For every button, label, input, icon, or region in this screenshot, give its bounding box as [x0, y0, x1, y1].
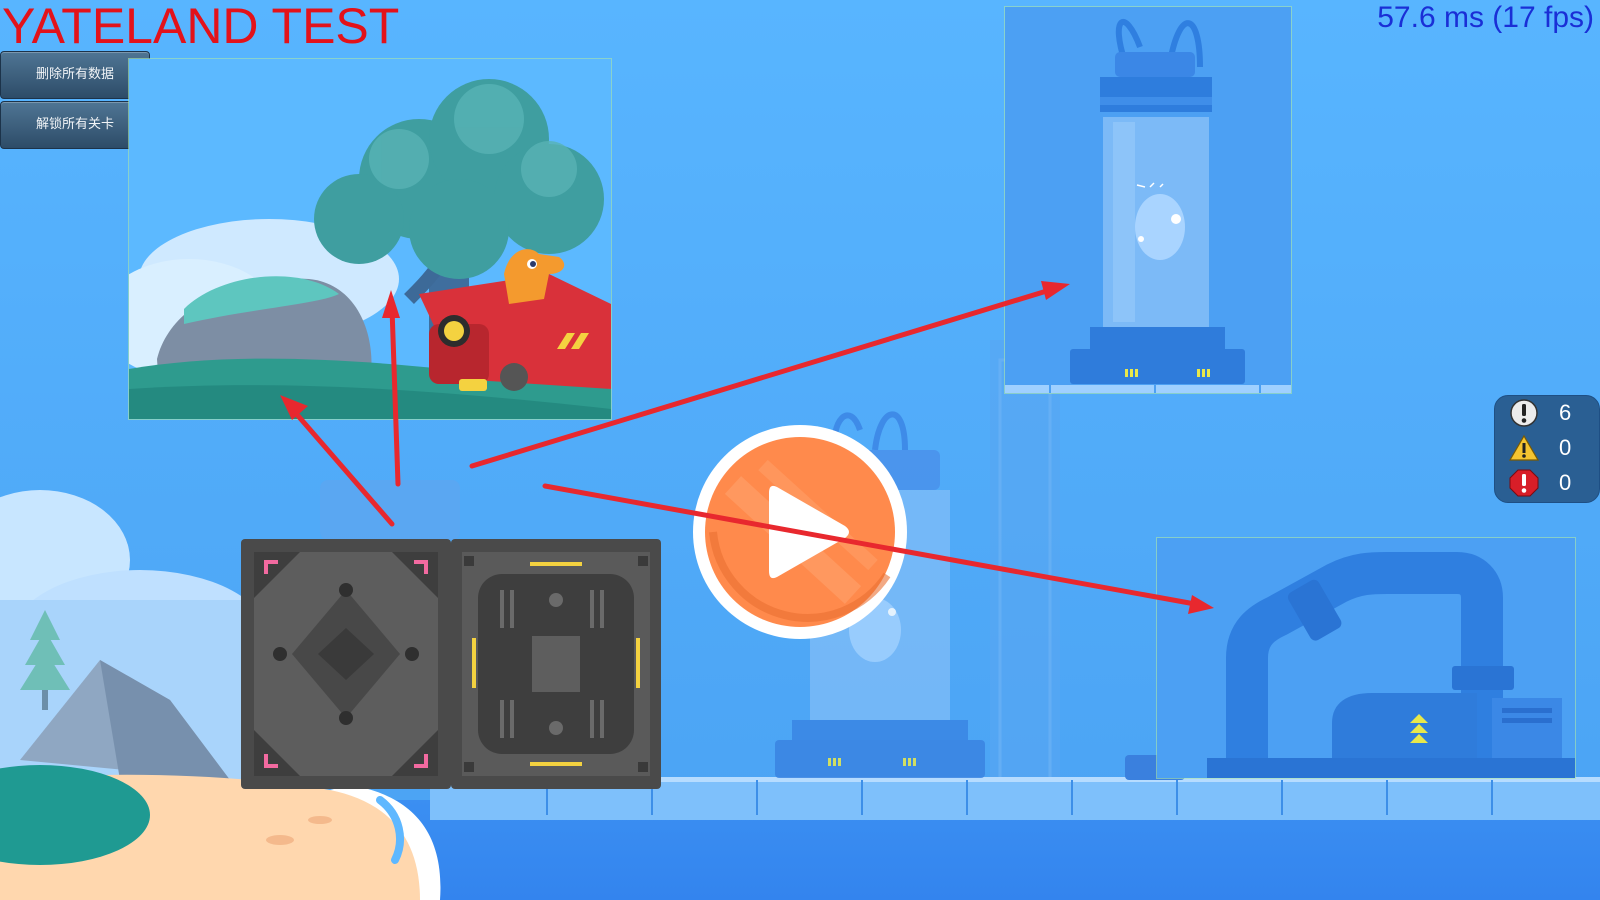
error-count: 0 [1559, 470, 1572, 495]
egg-tank-scene [1005, 7, 1291, 393]
log-console-counter[interactable]: 6 0 0 [1494, 395, 1600, 503]
level-preview-egg-tank[interactable] [1004, 6, 1292, 394]
warning-count: 0 [1559, 435, 1572, 460]
jungle-scene [129, 59, 611, 419]
level-preview-pipe-machine[interactable] [1156, 537, 1576, 779]
level-preview-jungle[interactable] [128, 58, 612, 420]
info-icon [1510, 399, 1538, 427]
debug-title: YATELAND TEST [2, 0, 400, 54]
info-count: 6 [1559, 400, 1572, 425]
console-error-row[interactable]: 0 [1495, 466, 1599, 500]
error-icon [1509, 469, 1539, 497]
console-info-row[interactable]: 6 [1495, 396, 1599, 430]
play-button[interactable] [693, 425, 907, 639]
play-icon [693, 425, 907, 639]
warning-icon [1509, 434, 1539, 461]
console-warning-row[interactable]: 0 [1495, 431, 1599, 465]
fps-readout: 57.6 ms (17 fps) [1377, 1, 1594, 34]
stone-blocks[interactable] [240, 538, 662, 790]
pipe-machine-scene [1157, 538, 1575, 778]
